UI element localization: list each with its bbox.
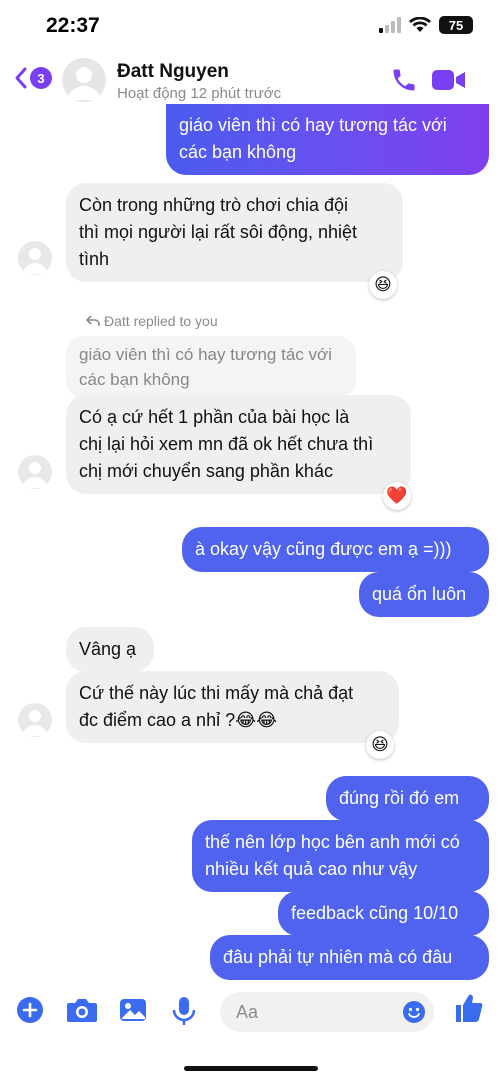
sender-avatar[interactable] — [18, 241, 52, 275]
message-input[interactable] — [236, 992, 396, 1032]
gallery-icon[interactable] — [119, 996, 147, 1024]
contact-avatar[interactable] — [62, 58, 106, 102]
battery-icon: 75 — [439, 16, 473, 34]
outgoing-message[interactable]: quá ổn luôn — [359, 572, 489, 617]
composer-bar — [0, 980, 499, 1080]
chevron-left-icon — [15, 67, 27, 89]
outgoing-message[interactable]: thế nên lớp học bên anh mới có nhiều kết… — [192, 820, 489, 892]
incoming-message[interactable]: Còn trong những trò chơi chia đội thì mọ… — [66, 183, 403, 282]
video-call-icon[interactable] — [432, 68, 466, 92]
outgoing-message[interactable]: đúng rồi đó em — [326, 776, 489, 821]
sender-avatar[interactable] — [18, 455, 52, 489]
thumbs-up-icon[interactable] — [452, 992, 484, 1024]
contact-status: Hoạt động 12 phút trước — [117, 85, 282, 102]
outgoing-message[interactable]: à okay vậy cũng được em ạ =))) — [182, 527, 489, 572]
reply-icon — [86, 315, 100, 326]
contact-name[interactable]: Đatt Nguyen — [117, 61, 229, 83]
signal-icon — [379, 17, 401, 33]
reaction-laugh[interactable]: 😆 — [366, 731, 394, 759]
message-input-box[interactable] — [220, 992, 434, 1032]
quoted-message[interactable]: giáo viên thì có hay tương tác với các b… — [66, 336, 356, 398]
outgoing-message[interactable]: feedback cũng 10/10 — [278, 891, 489, 936]
phone-icon[interactable] — [390, 66, 418, 94]
unread-count-badge: 3 — [30, 67, 52, 89]
back-button[interactable]: 3 — [14, 66, 52, 90]
outgoing-message[interactable]: đâu phải tự nhiên mà có đâu — [210, 935, 489, 980]
emoji-icon[interactable] — [402, 1000, 426, 1024]
home-indicator — [184, 1066, 318, 1071]
reply-indicator: Đatt replied to you — [86, 313, 218, 329]
status-bar: 22:37 75 — [0, 0, 499, 52]
wifi-icon — [409, 17, 431, 32]
reply-label: Đatt replied to you — [104, 313, 218, 329]
incoming-message[interactable]: Có ạ cứ hết 1 phần của bài học là chị lạ… — [66, 395, 411, 494]
plus-icon[interactable] — [16, 996, 44, 1024]
chat-header: 3 Đatt Nguyen Hoạt động 12 phút trước — [0, 52, 499, 108]
sender-avatar[interactable] — [18, 703, 52, 737]
incoming-message[interactable]: Vâng ạ — [66, 627, 154, 672]
microphone-icon[interactable] — [171, 996, 197, 1026]
incoming-message[interactable]: Cứ thế này lúc thi mấy mà chả đạt đc điể… — [66, 671, 399, 743]
reaction-heart[interactable]: ❤️ — [383, 482, 411, 510]
camera-icon[interactable] — [66, 996, 98, 1024]
reaction-laugh[interactable]: 😆 — [369, 271, 397, 299]
status-icons: 75 — [379, 16, 473, 34]
outgoing-message[interactable]: giáo viên thì có hay tương tác với các b… — [166, 104, 489, 175]
status-time: 22:37 — [46, 14, 100, 37]
